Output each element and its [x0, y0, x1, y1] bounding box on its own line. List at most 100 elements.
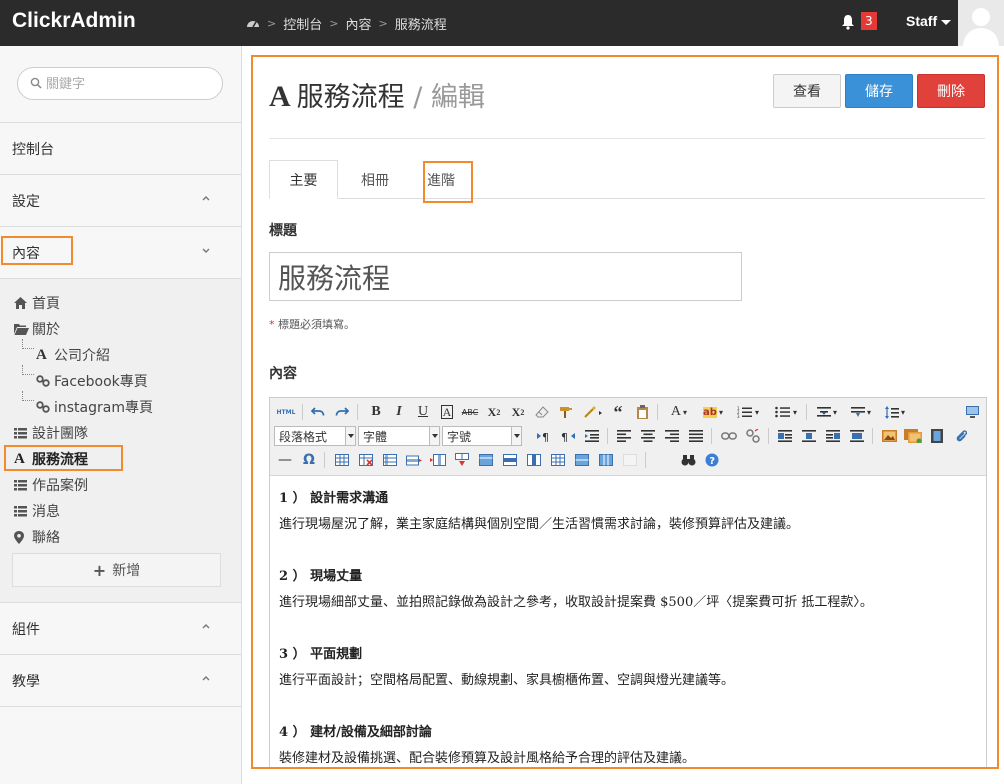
blockquote-icon[interactable]: “ [608, 402, 628, 422]
find-replace-icon[interactable] [678, 451, 698, 469]
table-icon[interactable] [332, 451, 352, 469]
video-icon[interactable] [927, 427, 947, 445]
sidebar-item-design-team[interactable]: 設計團隊 [14, 423, 88, 443]
col-props-icon[interactable] [524, 451, 544, 469]
insert-row-icon[interactable] [404, 451, 424, 469]
italic-icon[interactable]: I [389, 403, 409, 421]
breadcrumb-dashboard[interactable]: 控制台 [283, 14, 322, 33]
redo-icon[interactable] [332, 403, 352, 421]
insert-col-icon[interactable] [428, 451, 448, 469]
content-field-label: 內容 [269, 366, 297, 382]
image-left-icon[interactable] [775, 427, 795, 445]
attachment-icon[interactable] [951, 427, 971, 445]
avatar[interactable] [958, 0, 1004, 46]
breadcrumb-content[interactable]: 內容 [345, 14, 371, 33]
strikethrough-icon[interactable]: ABC [460, 403, 480, 421]
underline-icon[interactable]: U [413, 403, 433, 421]
sidebar-item-company[interactable]: A 公司介紹 [36, 345, 110, 365]
size-select[interactable]: 字號 [442, 426, 522, 446]
image-block-icon[interactable] [847, 427, 867, 445]
notification-badge[interactable]: 3 [861, 12, 877, 30]
ltr-icon[interactable]: ¶ [534, 427, 554, 445]
editor-content[interactable]: 1 ） 設計需求溝通 進行現場屋況了解，業主家庭結構與個別空間／生活習慣需求討論… [279, 486, 979, 767]
sidebar-item-instagram[interactable]: instagram專頁 [36, 397, 153, 417]
sidebar-section-components[interactable]: 組件 [0, 602, 241, 654]
sidebar-item-home[interactable]: 首頁 [14, 293, 60, 313]
superscript-icon[interactable]: X2 [484, 403, 504, 421]
highlight-color-icon[interactable]: ab ▾ [698, 403, 728, 421]
content-paragraph: 裝修建材及設備挑選、配合裝修預算及設計風格給予合理的評估及建議。 [279, 751, 696, 766]
rich-text-editor: HTML B I U A ABC X2 X2 “ A ▾ ab ▾ 1 2 3 ▾ ▾ ▾… [269, 397, 987, 767]
tab-main[interactable]: 主要 [269, 160, 338, 199]
line-height-icon[interactable]: ▾ [880, 403, 910, 421]
subscript-icon[interactable]: X2 [508, 403, 528, 421]
table-disabled-icon[interactable] [620, 451, 640, 469]
rtl-icon[interactable]: ¶ [558, 427, 578, 445]
horizontal-rule-icon[interactable]: — [275, 451, 295, 469]
sidebar-item-label: 關於 [32, 322, 60, 338]
paste-icon[interactable] [632, 403, 652, 421]
valign-menu-icon[interactable]: ▾ [846, 403, 876, 421]
format-painter-icon[interactable] [556, 403, 576, 421]
indent-icon[interactable] [582, 427, 602, 445]
sidebar-item-label: instagram專頁 [54, 400, 153, 416]
align-menu-icon[interactable]: ▾ [812, 403, 842, 421]
view-button[interactable]: 查看 [773, 74, 841, 108]
split-cell-icon[interactable] [452, 451, 472, 469]
user-menu[interactable]: Staff [906, 13, 952, 29]
add-button-label: 新增 [112, 563, 141, 579]
table-delete-icon[interactable] [356, 451, 376, 469]
special-char-icon[interactable]: Ω [299, 451, 319, 469]
fullscreen-icon[interactable] [962, 403, 982, 421]
tree-connector [22, 365, 34, 375]
row-props-icon[interactable] [500, 451, 520, 469]
magic-wand-icon[interactable] [580, 403, 606, 421]
eraser-icon[interactable] [532, 403, 552, 421]
bell-icon[interactable] [840, 14, 856, 34]
link-icon[interactable] [719, 427, 739, 445]
sidebar-item-news[interactable]: 消息 [14, 501, 60, 521]
font-select[interactable]: 字體 [358, 426, 440, 446]
sidebar-item-contact[interactable]: 聯絡 [14, 527, 60, 547]
sidebar-section-tutorial[interactable]: 教學 [0, 654, 241, 706]
delete-col-icon[interactable] [596, 451, 616, 469]
align-center-icon[interactable] [638, 427, 658, 445]
chevron-up-icon [202, 676, 210, 681]
bold-icon[interactable]: B [366, 403, 386, 421]
sidebar-search[interactable] [17, 67, 223, 100]
search-input[interactable] [46, 74, 206, 94]
font-border-icon[interactable]: A [437, 403, 457, 421]
brand-logo[interactable]: ClickrAdmin [12, 9, 136, 33]
align-justify-icon[interactable] [686, 427, 706, 445]
merge-cells-icon[interactable] [476, 451, 496, 469]
undo-icon[interactable] [308, 403, 328, 421]
align-left-icon[interactable] [614, 427, 634, 445]
add-button[interactable]: + 新增 [12, 553, 221, 587]
save-button[interactable]: 儲存 [845, 74, 913, 108]
image-icon[interactable] [879, 427, 899, 445]
source-html-icon[interactable]: HTML [275, 403, 297, 421]
image-right-icon[interactable] [823, 427, 843, 445]
cell-props-icon[interactable] [548, 451, 568, 469]
bullet-list-icon[interactable]: ▾ [770, 403, 802, 421]
list-icon [14, 427, 32, 439]
sidebar-section-settings[interactable]: 設定 [0, 174, 241, 226]
multi-image-icon[interactable] [903, 427, 923, 445]
sidebar-item-portfolio[interactable]: 作品案例 [14, 475, 88, 495]
numbered-list-icon[interactable]: 1 2 3 ▾ [732, 403, 764, 421]
list-icon [14, 505, 32, 517]
table-props-icon[interactable] [380, 451, 400, 469]
tab-album[interactable]: 相冊 [345, 160, 405, 199]
title-input[interactable] [269, 252, 742, 301]
sidebar-item-about[interactable]: 關於 [14, 319, 60, 339]
delete-button[interactable]: 刪除 [917, 74, 985, 108]
font-color-icon[interactable]: A ▾ [664, 403, 694, 421]
help-icon[interactable]: ? [702, 451, 722, 469]
image-center-icon[interactable] [799, 427, 819, 445]
sidebar-section-dashboard[interactable]: 控制台 [0, 122, 241, 174]
unlink-icon[interactable] [743, 427, 763, 445]
align-right-icon[interactable] [662, 427, 682, 445]
delete-row-icon[interactable] [572, 451, 592, 469]
format-select[interactable]: 段落格式 [274, 426, 356, 446]
sidebar-item-facebook[interactable]: Facebook專頁 [36, 371, 148, 391]
